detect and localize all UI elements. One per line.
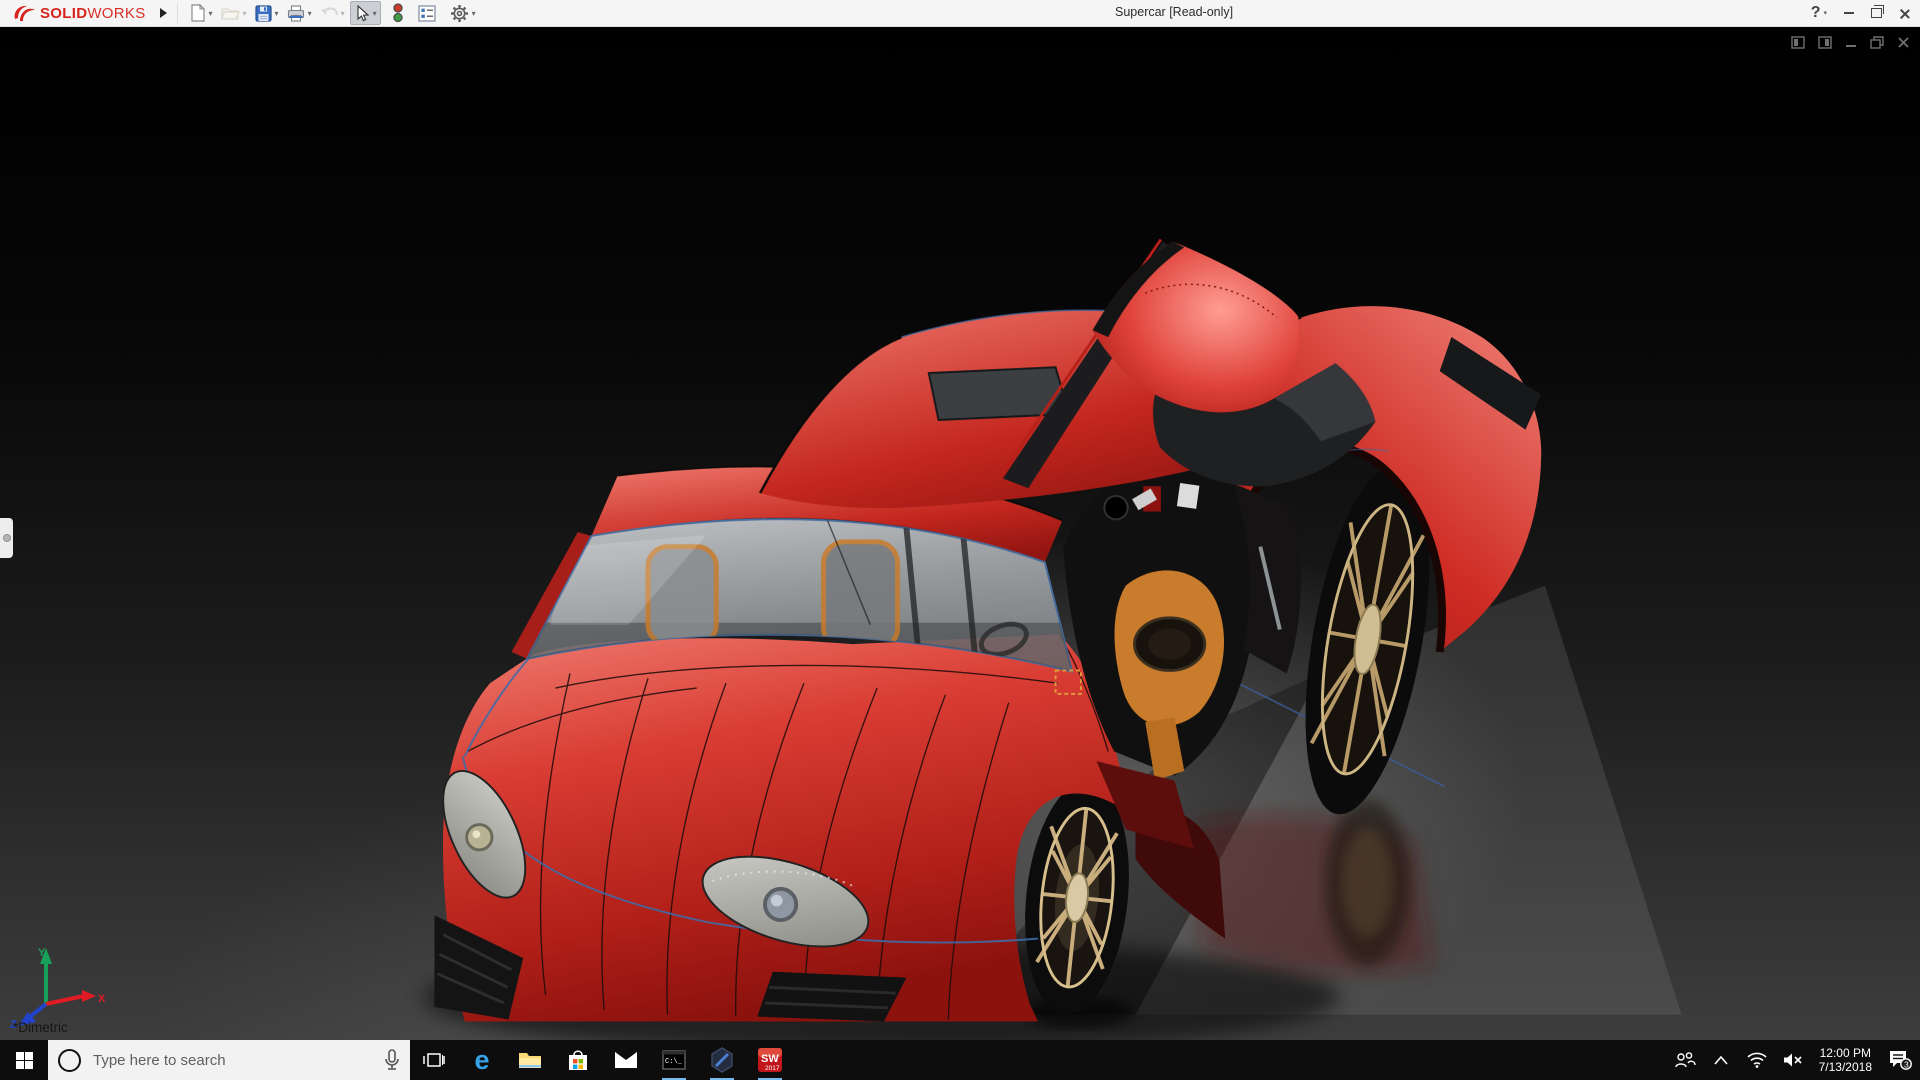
pane-window-icon-2[interactable] xyxy=(1818,36,1832,49)
window-controls: ? ▾ xyxy=(1811,0,1910,26)
tab-dot-icon xyxy=(3,534,11,542)
svg-text:SW: SW xyxy=(761,1053,779,1065)
undo-button[interactable]: ▾ xyxy=(317,2,348,24)
task-view-button[interactable] xyxy=(410,1040,458,1080)
search-input[interactable] xyxy=(91,1050,374,1070)
view-orientation-label: *Dimetric xyxy=(13,1020,68,1035)
taskbar-search[interactable] xyxy=(48,1040,410,1080)
volume-muted-icon xyxy=(1783,1053,1802,1067)
graphics-viewport[interactable]: Y X Z *Dimetric xyxy=(0,26,1920,1040)
tray-clock[interactable]: 12:00 PM 7/13/2018 xyxy=(1811,1040,1880,1080)
taskbar-app-store[interactable] xyxy=(554,1040,602,1080)
chevron-up-icon xyxy=(1714,1055,1728,1065)
svg-text:C:\_: C:\_ xyxy=(665,1058,683,1066)
task-view-icon xyxy=(423,1053,445,1067)
open-folder-icon xyxy=(220,8,240,20)
quick-access-toolbar: ▾ ▾ ▾ ▾ ▾ ▾ ▾ xyxy=(186,1,479,25)
feature-tree-flyout-tab[interactable] xyxy=(0,518,13,558)
dropdown-arrow-icon[interactable]: ▾ xyxy=(209,9,213,18)
undo-icon xyxy=(320,6,338,15)
action-center-icon: 3 xyxy=(1890,1051,1912,1070)
car-render[interactable] xyxy=(0,26,1920,1040)
solidworks-screen: SOLIDWORKS ▾ ▾ ▾ ▾ ▾ ▾ ▾ Supercar [Read-… xyxy=(0,0,1920,1080)
stoplight-icon xyxy=(392,3,403,23)
wifi-icon xyxy=(1747,1052,1767,1068)
composer-hexagon-icon xyxy=(711,1047,733,1073)
svg-text:2017: 2017 xyxy=(765,1065,780,1072)
edge-icon: e xyxy=(474,1044,490,1075)
dropdown-arrow-icon[interactable]: ▾ xyxy=(308,9,312,18)
close-icon xyxy=(1899,8,1910,19)
solidworks-wordmark: SOLIDWORKS xyxy=(40,4,146,22)
mail-icon xyxy=(615,1052,637,1068)
dropdown-arrow-icon[interactable]: ▾ xyxy=(472,9,476,18)
taskbar-app-mail[interactable] xyxy=(602,1040,650,1080)
doc-restore-icon[interactable] xyxy=(1870,36,1884,49)
tray-time: 12:00 PM xyxy=(1819,1046,1871,1060)
minimize-icon xyxy=(1844,12,1854,14)
save-button[interactable]: ▾ xyxy=(252,2,282,24)
doc-close-icon[interactable] xyxy=(1897,36,1910,49)
close-button[interactable] xyxy=(1899,8,1910,19)
pane-window-icon[interactable] xyxy=(1791,36,1805,49)
help-button[interactable]: ? ▾ xyxy=(1811,4,1827,22)
toolbar-separator xyxy=(176,3,178,23)
command-prompt-icon: C:\_ xyxy=(662,1050,686,1070)
restore-icon xyxy=(1871,5,1884,18)
print-button[interactable]: ▾ xyxy=(284,2,315,24)
new-document-icon xyxy=(190,4,205,22)
taskbar-app-edge[interactable]: e xyxy=(458,1040,506,1080)
dropdown-arrow-icon[interactable]: ▾ xyxy=(373,9,377,18)
solidworks-logo: SOLIDWORKS xyxy=(12,4,146,22)
select-cursor-icon xyxy=(356,4,370,22)
store-icon xyxy=(569,1050,587,1070)
orientation-triad[interactable]: Y X Z xyxy=(8,944,108,1030)
document-title: Supercar [Read-only] xyxy=(1115,5,1234,19)
file-explorer-icon xyxy=(519,1053,541,1068)
windows-logo-icon xyxy=(15,1051,33,1069)
titlebar: SOLIDWORKS ▾ ▾ ▾ ▾ ▾ ▾ ▾ Supercar [Read-… xyxy=(0,0,1920,27)
start-button[interactable] xyxy=(0,1040,48,1080)
microphone-icon[interactable] xyxy=(384,1049,400,1071)
solidworks-logo-icon xyxy=(14,5,35,21)
dropdown-arrow-icon[interactable]: ▾ xyxy=(243,9,247,18)
tray-date: 7/13/2018 xyxy=(1818,1060,1872,1074)
document-window-controls xyxy=(1791,36,1910,49)
taskbar-app-solidworks-composer[interactable] xyxy=(698,1040,746,1080)
minimize-button[interactable] xyxy=(1844,12,1854,14)
options-gear-icon xyxy=(450,4,468,22)
taskbar: e xyxy=(0,1040,1920,1080)
new-document-button[interactable]: ▾ xyxy=(186,2,216,24)
network-button[interactable] xyxy=(1739,1040,1775,1080)
dropdown-arrow-icon[interactable]: ▾ xyxy=(341,9,345,18)
notification-badge: 3 xyxy=(1904,1059,1909,1069)
taskbar-app-solidworks-2017[interactable]: SW 2017 xyxy=(746,1040,794,1080)
save-icon xyxy=(254,4,272,22)
taskbar-app-command-prompt[interactable]: C:\_ xyxy=(650,1040,698,1080)
cortana-icon xyxy=(58,1048,81,1072)
print-icon xyxy=(287,4,304,22)
toolbar-flyout-arrow[interactable] xyxy=(159,8,167,18)
people-button[interactable] xyxy=(1667,1040,1703,1080)
people-icon xyxy=(1674,1052,1696,1068)
solidworks-2017-icon: SW 2017 xyxy=(758,1048,782,1072)
file-properties-icon xyxy=(418,4,436,22)
file-properties-button[interactable] xyxy=(415,2,439,24)
doc-minimize-icon[interactable] xyxy=(1845,36,1857,49)
dropdown-arrow-icon[interactable]: ▾ xyxy=(1823,9,1827,17)
tray-overflow-button[interactable] xyxy=(1703,1040,1739,1080)
dropdown-arrow-icon[interactable]: ▾ xyxy=(275,9,279,18)
triad-y-label: Y xyxy=(38,947,46,959)
action-center-button[interactable]: 3 xyxy=(1880,1040,1920,1080)
system-tray: 12:00 PM 7/13/2018 3 xyxy=(1667,1040,1920,1080)
restore-button[interactable] xyxy=(1871,5,1884,18)
options-button[interactable]: ▾ xyxy=(447,2,479,24)
rebuild-stoplight-button[interactable] xyxy=(389,2,407,24)
triad-x-label: X xyxy=(98,993,106,1005)
volume-button[interactable] xyxy=(1775,1040,1811,1080)
select-tool-button[interactable]: ▾ xyxy=(349,1,381,25)
open-document-button[interactable]: ▾ xyxy=(218,2,250,24)
taskbar-app-file-explorer[interactable] xyxy=(506,1040,554,1080)
